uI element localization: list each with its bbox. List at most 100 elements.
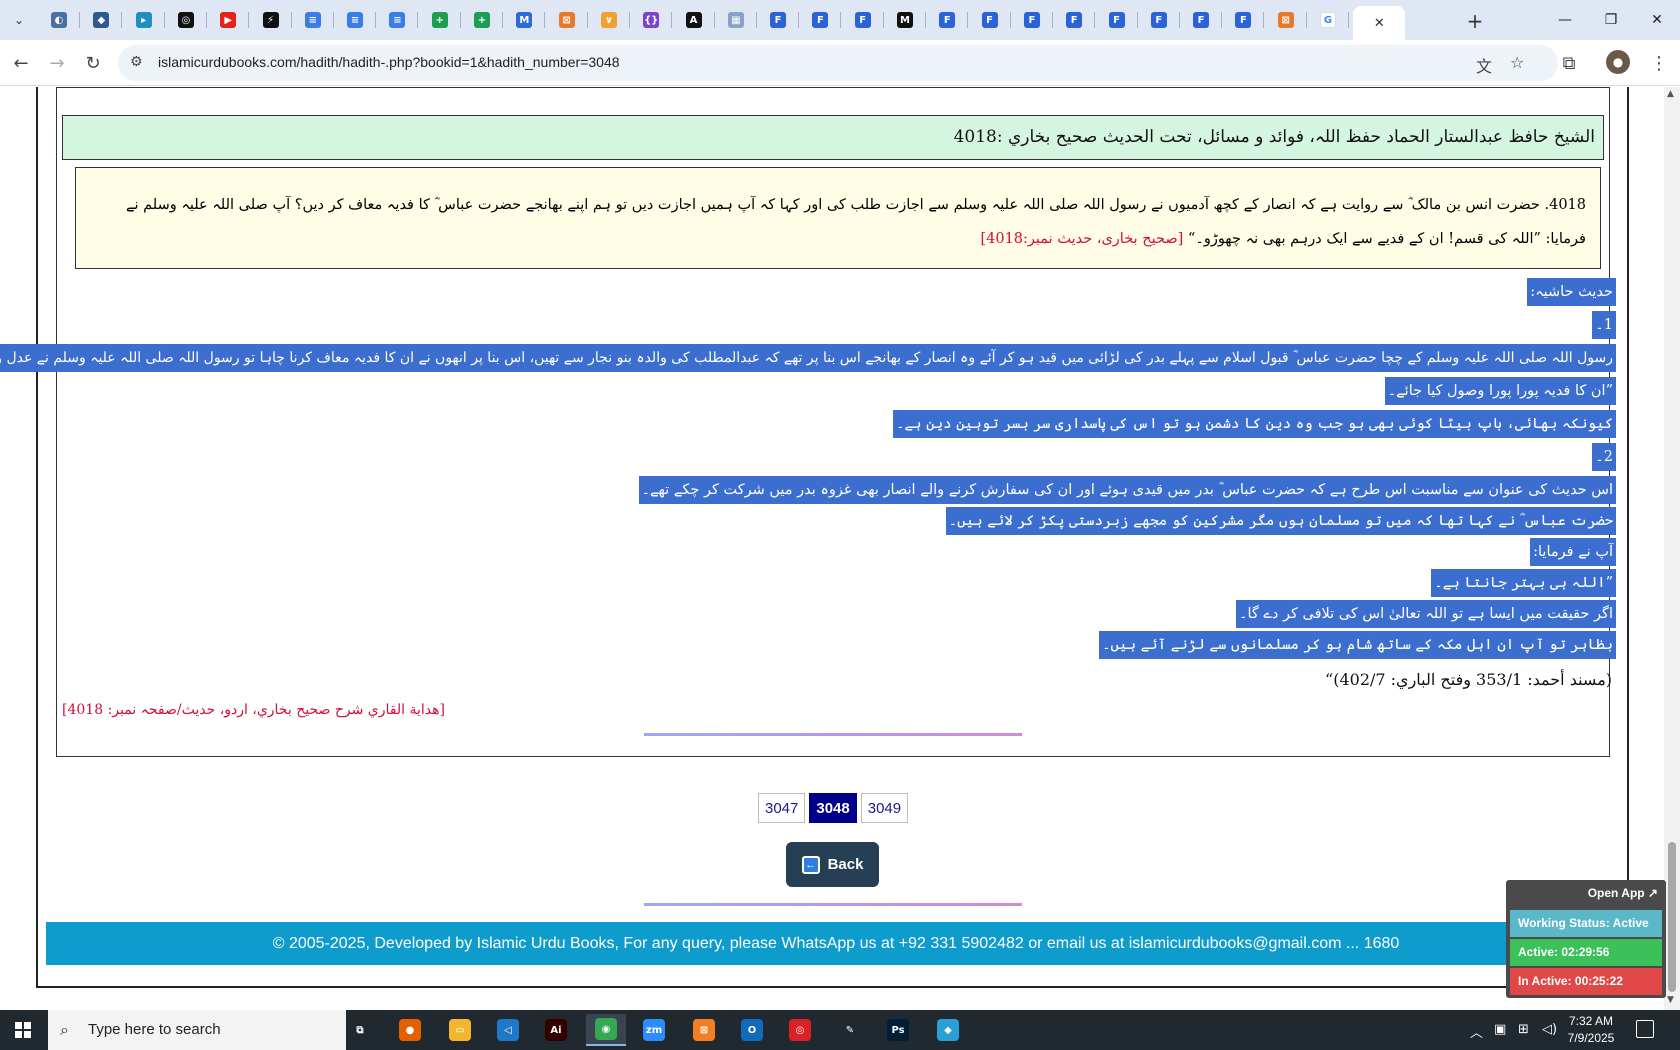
volume-icon[interactable]: ◁): [1542, 1022, 1557, 1037]
tab-favicon-doc: ≡: [389, 12, 406, 28]
browser-tab[interactable]: ⚡: [250, 6, 292, 34]
clock[interactable]: 7:32 AM 7/9/2025: [1560, 1013, 1622, 1047]
book-reference-link[interactable]: [هداية القاري شرح صحيح بخاري، اردو، حديث…: [62, 702, 445, 718]
browser-tab[interactable]: F: [1222, 6, 1264, 34]
restore-icon[interactable]: ❐: [1588, 0, 1634, 40]
taskbar-app[interactable]: O: [732, 1014, 772, 1046]
tab-favicon-4: ◎: [177, 12, 194, 28]
bookmark-star-icon[interactable]: ☆: [1510, 53, 1524, 72]
browser-tab[interactable]: F: [757, 6, 799, 34]
browser-tab[interactable]: A: [673, 6, 715, 34]
notification-icon[interactable]: [1636, 1020, 1654, 1038]
taskbar-app[interactable]: Ps: [878, 1014, 918, 1046]
browser-tab[interactable]: ◎: [165, 6, 207, 34]
browser-tab[interactable]: F: [1011, 6, 1053, 34]
page-scrollbar[interactable]: ▲ ▼: [1664, 87, 1680, 1010]
browser-tab[interactable]: F: [926, 6, 968, 34]
tab-favicon-12: F: [1066, 12, 1083, 28]
browser-tab[interactable]: G: [1307, 6, 1349, 34]
tab-favicon-sheet: +: [431, 12, 448, 28]
browser-tab[interactable]: ≡: [376, 6, 418, 34]
browser-tab[interactable]: M: [503, 6, 545, 34]
hadith-reference[interactable]: [صحیح بخاری، حدیث نمبر:4018]: [980, 231, 1183, 247]
browser-tab[interactable]: F: [842, 6, 884, 34]
browser-tab[interactable]: +: [419, 6, 461, 34]
browser-toolbar: ← → ↻ ⚙ islamicurdubooks.com/hadith/hadi…: [0, 40, 1680, 86]
browser-tab[interactable]: F: [1180, 6, 1222, 34]
task-view-icon: ⧉: [349, 1019, 371, 1041]
taskbar-app[interactable]: ●: [390, 1014, 430, 1046]
browser-tab[interactable]: ▸: [123, 6, 165, 34]
taskbar-app[interactable]: ▭: [440, 1014, 480, 1046]
page-link-current[interactable]: 3048: [809, 793, 857, 823]
close-tab-icon[interactable]: ✕: [1374, 16, 1385, 31]
browser-tab[interactable]: F: [1053, 6, 1095, 34]
tab-favicon-5: ⚡: [262, 12, 279, 28]
forward-arrow-icon[interactable]: →: [42, 48, 72, 78]
site-info-icon[interactable]: ⚙: [130, 54, 143, 70]
commentary-line: رسول اللہ صلی اللہ علیہ وسلم کے چچا حضرت…: [0, 344, 1616, 372]
browser-tab[interactable]: F: [1096, 6, 1138, 34]
taskbar: ⌕ Type here to search ⧉ ● ▭ ◁ Ai ◉ zm ⊠ O ◎ ✎ Ps ◆ ︿…: [0, 1010, 1680, 1050]
new-tab-button[interactable]: +: [1462, 8, 1488, 34]
page-link-prev[interactable]: 3047: [758, 793, 806, 823]
open-app-link[interactable]: Open App ↗: [1588, 886, 1658, 900]
browser-tab[interactable]: M: [884, 6, 926, 34]
scroll-down-icon[interactable]: ▼: [1667, 995, 1674, 1005]
close-window-icon[interactable]: ✕: [1634, 0, 1680, 40]
footnote: (مسند أحمد: 353/1 وفتح الباري: 402/7)“: [1325, 670, 1612, 689]
profile-avatar[interactable]: ●: [1606, 50, 1630, 74]
commentary-line: بظاہر تو آپ ان اہل مکہ کے ساتھ شام ہو کر…: [1099, 631, 1616, 659]
taskbar-app[interactable]: Ai: [536, 1014, 576, 1046]
scroll-thumb[interactable]: [1668, 842, 1676, 992]
more-menu-icon[interactable]: ⋮: [1644, 48, 1674, 78]
active-tab[interactable]: ✕: [1353, 6, 1406, 40]
taskbar-app[interactable]: ◉: [586, 1014, 626, 1046]
browser-tab[interactable]: ≡: [334, 6, 376, 34]
browser-tab[interactable]: F: [1138, 6, 1180, 34]
browser-tab[interactable]: {}: [630, 6, 672, 34]
network-icon[interactable]: ⊞: [1518, 1022, 1529, 1037]
browser-tab[interactable]: ≡: [292, 6, 334, 34]
browser-tab[interactable]: ⊠: [546, 6, 588, 34]
browser-tab[interactable]: ◐: [38, 6, 80, 34]
page-link-next[interactable]: 3049: [860, 793, 909, 823]
clock-date: 7/9/2025: [1567, 1031, 1615, 1045]
browser-tab[interactable]: F: [799, 6, 841, 34]
reload-icon[interactable]: ↻: [78, 48, 108, 78]
extensions-icon[interactable]: ⧉: [1554, 48, 1584, 78]
browser-tab[interactable]: ⊠: [1265, 6, 1307, 34]
taskbar-app[interactable]: ◆: [928, 1014, 968, 1046]
tab-search-dropdown-icon[interactable]: ⌄: [6, 8, 32, 32]
taskbar-app[interactable]: ⊠: [684, 1014, 724, 1046]
back-arrow-icon[interactable]: ←: [6, 48, 36, 78]
tab-favicon-12: F: [1235, 12, 1252, 28]
browser-tab[interactable]: ∨: [588, 6, 630, 34]
browser-tab[interactable]: F: [969, 6, 1011, 34]
browser-tab[interactable]: ▶: [207, 6, 249, 34]
address-bar[interactable]: ⚙ islamicurdubooks.com/hadith/hadith-.ph…: [118, 45, 1558, 81]
browser-tab[interactable]: +: [461, 6, 503, 34]
tab-favicon-1: ◐: [51, 12, 67, 28]
taskbar-search[interactable]: ⌕ Type here to search: [48, 1010, 346, 1050]
illustrator-icon: Ai: [545, 1019, 567, 1041]
translate-icon[interactable]: 文: [1476, 53, 1492, 77]
back-button[interactable]: ← Back: [786, 842, 879, 887]
taskbar-app[interactable]: ✎: [830, 1014, 870, 1046]
browser-tab[interactable]: ◆: [80, 6, 122, 34]
hadith-box: 4018. حضرت انس بن مالک ؓ سے روایت ہے کہ …: [75, 167, 1601, 269]
tab-favicon-10: A: [685, 12, 702, 28]
search-icon: ⌕: [60, 1020, 69, 1039]
browser-tab[interactable]: ▦: [715, 6, 757, 34]
taskbar-app[interactable]: ⧉: [340, 1014, 380, 1046]
scroll-up-icon[interactable]: ▲: [1667, 89, 1674, 99]
show-hidden-icons-icon[interactable]: ︿: [1470, 1022, 1483, 1041]
taskbar-app[interactable]: ◁: [488, 1014, 528, 1046]
minimize-icon[interactable]: —: [1542, 0, 1588, 40]
start-button[interactable]: [0, 1010, 46, 1050]
taskbar-app[interactable]: zm: [634, 1014, 674, 1046]
taskbar-app[interactable]: ◎: [780, 1014, 820, 1046]
xampp-icon: ⊠: [693, 1019, 715, 1041]
tray-app-icon[interactable]: ▣: [1494, 1022, 1506, 1037]
url-text[interactable]: islamicurdubooks.com/hadith/hadith-.php?…: [158, 54, 620, 70]
